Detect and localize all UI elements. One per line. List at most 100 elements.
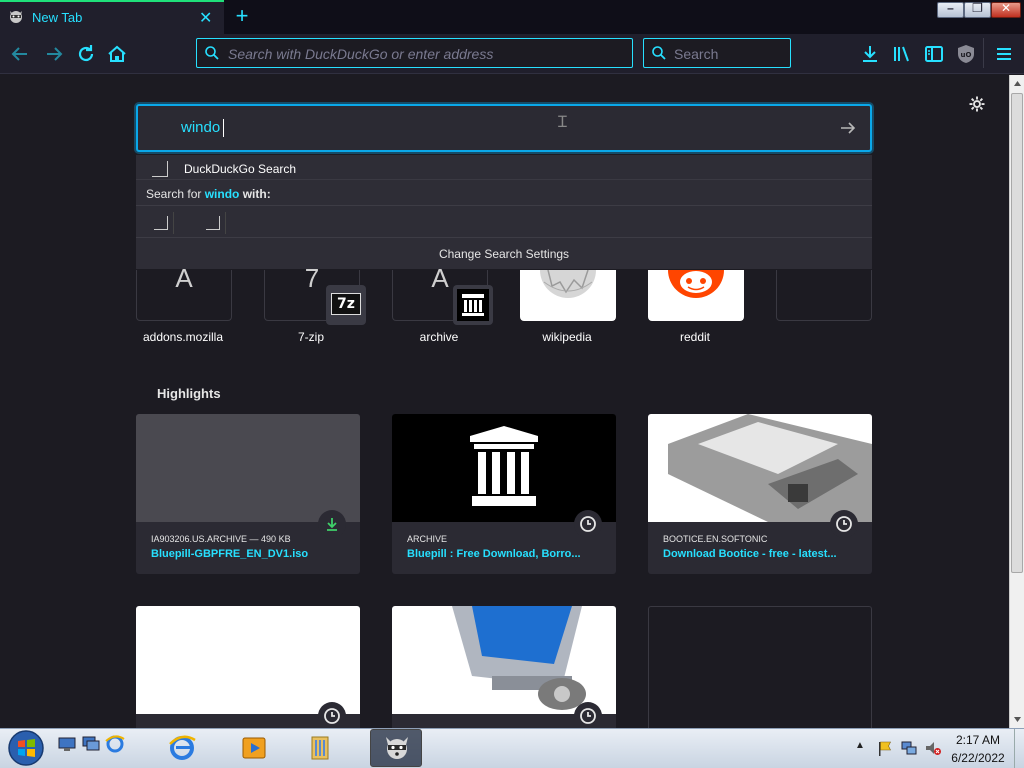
network-icon[interactable] [900, 739, 918, 757]
window-switcher-quicklaunch-icon[interactable] [82, 736, 100, 752]
card-thumbnail [648, 414, 872, 522]
svg-text:uO: uO [961, 51, 972, 59]
raccoon-favicon-icon [10, 11, 22, 23]
tab-new-tab[interactable]: New Tab ✕ [0, 0, 224, 34]
tray-expand-icon[interactable]: ▲ [855, 740, 865, 751]
site-label: wikipedia [542, 330, 592, 344]
card-badge [830, 510, 858, 538]
search-icon [652, 46, 666, 60]
home-icon[interactable] [105, 42, 129, 66]
scrollbar-thumb[interactable] [1011, 93, 1023, 573]
arrow-right-icon[interactable] [838, 118, 858, 138]
search-engine-icon [154, 216, 168, 230]
7zip-logo-icon: 7z [326, 285, 366, 325]
restore-button[interactable]: ❐ [964, 1, 991, 18]
duckduckgo-icon [152, 161, 168, 177]
hamburger-menu-icon[interactable] [992, 42, 1016, 66]
minimize-icon: – [947, 1, 954, 15]
highlights-heading: Highlights [157, 386, 221, 401]
new-tab-button[interactable]: + [232, 4, 252, 28]
top-site-empty[interactable] [776, 270, 872, 321]
card-host: BOOTICE.EN.SOFTONIC [663, 534, 768, 544]
clock-icon [836, 516, 852, 532]
card-thumbnail [136, 606, 360, 714]
ublock-shield-icon[interactable]: uO [954, 42, 978, 66]
highlight-card[interactable] [392, 606, 616, 728]
highlight-card-empty[interactable] [648, 606, 872, 728]
windows-start-button-icon[interactable] [6, 729, 46, 767]
taskbar-browser-active[interactable] [370, 729, 422, 767]
raccoon-browser-icon [386, 737, 408, 759]
download-icon[interactable] [858, 42, 882, 66]
close-window-button[interactable]: ✕ [991, 1, 1021, 18]
card-title: Bluepill-GBPFRE_EN_DV1.iso [151, 548, 309, 560]
search-for-query: windo [204, 187, 240, 201]
show-desktop-quicklaunch-icon[interactable] [58, 736, 76, 752]
clock-icon [324, 708, 340, 724]
ibeam-cursor-icon: Ɪ [558, 114, 567, 131]
site-letter: A [175, 263, 193, 293]
search-icon [205, 46, 219, 60]
card-thumbnail [392, 606, 616, 714]
search-for-label: Search for windo with: [146, 187, 271, 201]
show-desktop-button[interactable] [1014, 729, 1024, 768]
site-label: archive [419, 330, 459, 344]
change-search-settings-button[interactable]: Change Search Settings [136, 239, 872, 269]
archive-temple-icon [457, 289, 489, 321]
highlight-card[interactable] [136, 606, 360, 728]
card-host: ARCHIVE [407, 534, 448, 544]
suggestion-label: DuckDuckGo Search [184, 162, 297, 176]
card-thumbnail [136, 414, 360, 522]
highlight-card-bootice[interactable]: BOOTICE.EN.SOFTONIC Download Bootice - f… [648, 414, 872, 574]
library-icon[interactable] [890, 42, 914, 66]
scroll-down-arrow-icon[interactable] [1013, 715, 1022, 724]
volume-muted-icon[interactable] [924, 739, 942, 757]
highlight-card-bluepill-iso[interactable]: IA903206.US.ARCHIVE — 490 KB Bluepill-GB… [136, 414, 360, 574]
text-caret [223, 119, 224, 137]
card-badge [318, 702, 346, 728]
action-center-flag-icon[interactable] [877, 739, 893, 757]
search-bar-placeholder: Search [674, 46, 719, 62]
taskbar-clock-date[interactable]: 6/22/2022 [946, 751, 1010, 765]
file-explorer-icon[interactable] [306, 734, 334, 762]
highlight-card-archive-bluepill[interactable]: ARCHIVE Bluepill : Free Download, Borro.… [392, 414, 616, 574]
one-off-search-engines [136, 206, 872, 238]
page-search-input[interactable] [136, 104, 872, 152]
taskbar-clock-time[interactable]: 2:17 AM [950, 733, 1006, 747]
toolbar-separator [983, 38, 984, 68]
search-engine-button[interactable] [148, 212, 174, 234]
scroll-up-arrow-icon[interactable] [1013, 79, 1022, 88]
archive-temple-icon [470, 426, 538, 506]
tab-title: New Tab [32, 10, 83, 25]
internet-explorer-quicklaunch-icon[interactable] [105, 735, 125, 753]
minimize-button[interactable]: – [937, 1, 964, 18]
site-label: reddit [679, 330, 711, 344]
card-badge [574, 702, 602, 728]
download-arrow-icon [327, 518, 337, 531]
close-icon: ✕ [1000, 1, 1012, 15]
gear-icon[interactable] [968, 95, 986, 113]
tab-close-icon[interactable]: ✕ [199, 8, 212, 28]
card-host: IA903206.US.ARCHIVE — 490 KB [151, 534, 291, 544]
back-arrow-icon[interactable] [8, 42, 32, 66]
reload-icon[interactable] [74, 42, 98, 66]
sidebar-icon[interactable] [922, 42, 946, 66]
card-title: Download Bootice - free - latest... [663, 548, 837, 560]
search-for-suffix: with: [239, 187, 271, 201]
media-player-icon[interactable] [240, 734, 268, 762]
clock-icon [580, 708, 596, 724]
page-scrollbar[interactable] [1009, 75, 1024, 728]
internet-explorer-icon[interactable] [168, 734, 196, 762]
wikipedia-globe-icon [540, 270, 596, 298]
forward-arrow-icon[interactable] [42, 42, 66, 66]
address-bar-placeholder: Search with DuckDuckGo or enter address [228, 46, 494, 62]
search-engine-icon [206, 216, 220, 230]
computer-monitor-icon [452, 606, 586, 710]
archive-logo-icon [453, 285, 493, 325]
site-label: 7-zip [297, 330, 324, 344]
card-badge [318, 510, 346, 538]
search-for-prefix: Search for [146, 187, 205, 201]
restore-icon: ❐ [972, 1, 983, 15]
card-title: Bluepill : Free Download, Borro... [407, 548, 581, 560]
search-engine-button[interactable] [200, 212, 226, 234]
